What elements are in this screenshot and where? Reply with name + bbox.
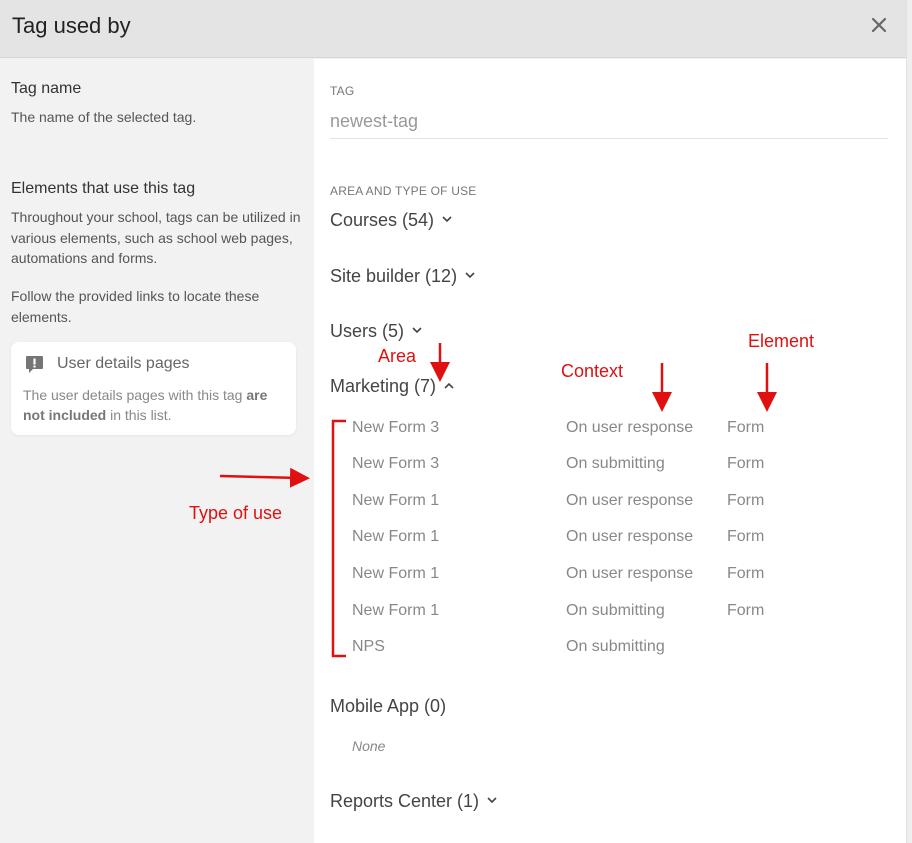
section-reports-center-label: Reports Center (1): [330, 791, 480, 811]
usage-type-link[interactable]: New Form 1: [352, 528, 439, 546]
usage-type-link[interactable]: New Form 3: [352, 455, 439, 473]
usage-context: On submitting: [566, 455, 665, 472]
tag-usage-panel: TAG newest-tag AREA AND TYPE OF USE Cour…: [314, 59, 906, 843]
chevron-down-icon: [442, 214, 452, 226]
note-body: The user details pages with this tag are…: [23, 385, 288, 425]
usage-context: On user response: [566, 492, 694, 509]
chevron-down-icon: [487, 795, 497, 807]
section-marketing[interactable]: Marketing (7): [330, 376, 454, 397]
usage-element: Form: [727, 455, 765, 472]
tag-value: newest-tag: [330, 111, 419, 131]
elements-heading: Elements that use this tag: [11, 180, 196, 197]
dialog-title: Tag used by: [12, 13, 131, 38]
exclamation-icon: [25, 355, 44, 374]
usage-context: On submitting: [566, 602, 665, 619]
usage-element: Form: [727, 492, 765, 509]
section-courses-label: Courses (54): [330, 210, 435, 230]
user-details-note: User details pages The user details page…: [11, 342, 296, 435]
note-title: User details pages: [57, 355, 190, 372]
usage-context: On user response: [566, 565, 694, 582]
usage-context: On submitting: [566, 638, 665, 655]
usage-type-link[interactable]: New Form 1: [352, 492, 439, 510]
note-text-start: The user details pages with this tag: [23, 387, 247, 403]
section-site-builder-label: Site builder (12): [330, 266, 458, 286]
help-sidebar: Tag name The name of the selected tag. E…: [0, 59, 314, 843]
usage-element: Form: [727, 565, 765, 582]
usage-type-link[interactable]: NPS: [352, 638, 385, 656]
section-marketing-label: Marketing (7): [330, 376, 437, 396]
tag-name-heading: Tag name: [11, 80, 82, 97]
area-label: AREA AND TYPE OF USE: [330, 184, 477, 198]
tag-divider: [330, 138, 888, 139]
chevron-up-icon: [444, 380, 454, 392]
usage-element: Form: [727, 419, 765, 436]
usage-element: Form: [727, 602, 765, 619]
section-mobile-app-label: Mobile App (0): [330, 696, 447, 716]
close-icon[interactable]: [866, 12, 892, 38]
usage-context: On user response: [566, 419, 694, 436]
usage-type-link[interactable]: New Form 1: [352, 602, 439, 620]
usage-type-link[interactable]: New Form 1: [352, 565, 439, 583]
section-mobile-app: Mobile App (0): [330, 696, 446, 717]
chevron-down-icon: [465, 270, 475, 282]
chevron-down-icon: [412, 325, 422, 337]
dialog-header: Tag used by: [0, 0, 906, 58]
tag-name-description: The name of the selected tag.: [11, 109, 197, 125]
section-courses[interactable]: Courses (54): [330, 210, 452, 231]
tag-label: TAG: [330, 84, 355, 98]
usage-context: On user response: [566, 528, 694, 545]
scrollbar-track[interactable]: [906, 0, 912, 843]
empty-state-text: None: [352, 738, 386, 754]
section-users-label: Users (5): [330, 321, 405, 341]
section-site-builder[interactable]: Site builder (12): [330, 266, 475, 287]
elements-description: Throughout your school, tags can be util…: [11, 209, 301, 266]
follow-links-description: Follow the provided links to locate thes…: [11, 288, 260, 325]
note-text-end: in this list.: [106, 407, 172, 423]
usage-type-link[interactable]: New Form 3: [352, 419, 439, 437]
section-users[interactable]: Users (5): [330, 321, 422, 342]
section-reports-center[interactable]: Reports Center (1): [330, 791, 497, 812]
usage-element: Form: [727, 528, 765, 545]
